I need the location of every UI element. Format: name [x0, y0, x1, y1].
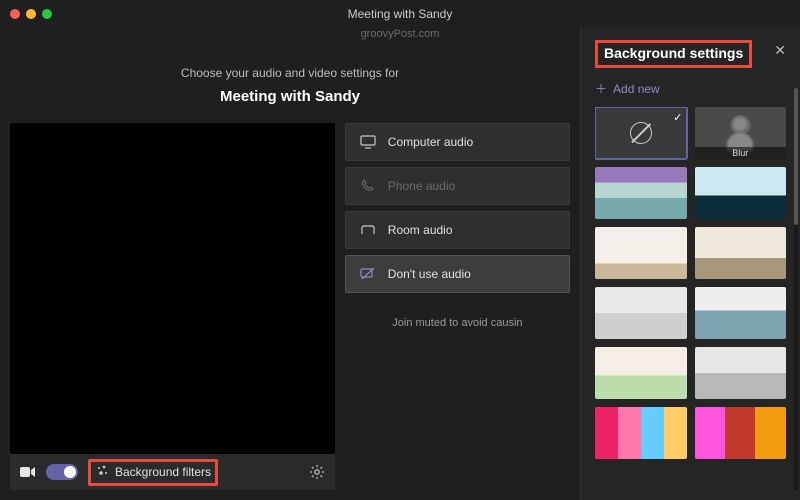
- room-icon: [360, 224, 376, 236]
- background-thumb-blur[interactable]: Blur: [695, 107, 787, 159]
- background-thumb-image-6[interactable]: [595, 287, 687, 339]
- preview-column: Background filters: [10, 123, 335, 490]
- content-area: Choose your audio and video settings for…: [0, 28, 800, 500]
- background-thumb-none[interactable]: ✓: [595, 107, 687, 159]
- prejoin-pane: Choose your audio and video settings for…: [0, 28, 580, 500]
- background-thumbnails: ✓ Blur: [595, 107, 790, 459]
- audio-option-none[interactable]: Don't use audio: [345, 255, 570, 293]
- background-filters-button[interactable]: Background filters: [95, 464, 211, 481]
- thumb-label: Blur: [695, 147, 787, 159]
- audio-options: Computer audio Phone audio Room audio Do…: [345, 123, 570, 490]
- meeting-name: Meeting with Sandy: [10, 88, 570, 105]
- add-new-background-button[interactable]: ＋ Add new: [595, 80, 790, 97]
- background-thumb-image-3[interactable]: [695, 167, 787, 219]
- panel-title: Background settings: [604, 45, 743, 61]
- titlebar: Meeting with Sandy: [0, 0, 800, 28]
- audio-option-room[interactable]: Room audio: [345, 211, 570, 249]
- background-thumb-image-8[interactable]: [595, 347, 687, 399]
- background-thumb-image-11[interactable]: [695, 407, 787, 459]
- sparkle-icon: [95, 464, 109, 481]
- video-preview: [10, 123, 335, 454]
- camera-icon: [20, 466, 36, 478]
- audio-option-phone: Phone audio: [345, 167, 570, 205]
- preview-controls: Background filters: [10, 454, 335, 490]
- no-audio-icon: [360, 267, 376, 281]
- background-filters-label: Background filters: [115, 465, 211, 479]
- app-window: Meeting with Sandy groovyPost.com Choose…: [0, 0, 800, 500]
- background-thumb-image-7[interactable]: [695, 287, 787, 339]
- background-thumb-image-10[interactable]: [595, 407, 687, 459]
- camera-toggle[interactable]: [46, 464, 78, 480]
- prompt-text: Choose your audio and video settings for: [10, 66, 570, 80]
- audio-option-label: Don't use audio: [388, 267, 471, 281]
- highlight-background-filters: Background filters: [88, 459, 218, 486]
- background-thumb-image-2[interactable]: [595, 167, 687, 219]
- close-panel-button[interactable]: ✕: [770, 40, 790, 61]
- device-settings-button[interactable]: [309, 464, 325, 480]
- background-thumb-image-5[interactable]: [695, 227, 787, 279]
- panel-scrollbar[interactable]: [794, 88, 798, 490]
- background-settings-panel: Background settings ✕ ＋ Add new ✓ Blur: [580, 28, 800, 500]
- phone-icon: [360, 179, 376, 193]
- join-muted-note: Join muted to avoid causin: [345, 299, 570, 347]
- plus-icon: ＋: [595, 80, 607, 97]
- audio-option-label: Phone audio: [388, 179, 455, 193]
- prejoin-mid: Background filters Computer audio: [10, 123, 570, 490]
- scrollbar-thumb[interactable]: [794, 88, 798, 225]
- panel-header: Background settings ✕: [595, 40, 790, 68]
- monitor-icon: [360, 135, 376, 149]
- background-thumb-image-9[interactable]: [695, 347, 787, 399]
- background-thumb-image-4[interactable]: [595, 227, 687, 279]
- audio-option-label: Computer audio: [388, 135, 473, 149]
- audio-option-label: Room audio: [388, 223, 453, 237]
- highlight-panel-title: Background settings: [595, 40, 752, 68]
- audio-option-computer[interactable]: Computer audio: [345, 123, 570, 161]
- check-icon: ✓: [673, 111, 682, 124]
- window-title: Meeting with Sandy: [0, 7, 800, 21]
- add-new-label: Add new: [613, 82, 660, 96]
